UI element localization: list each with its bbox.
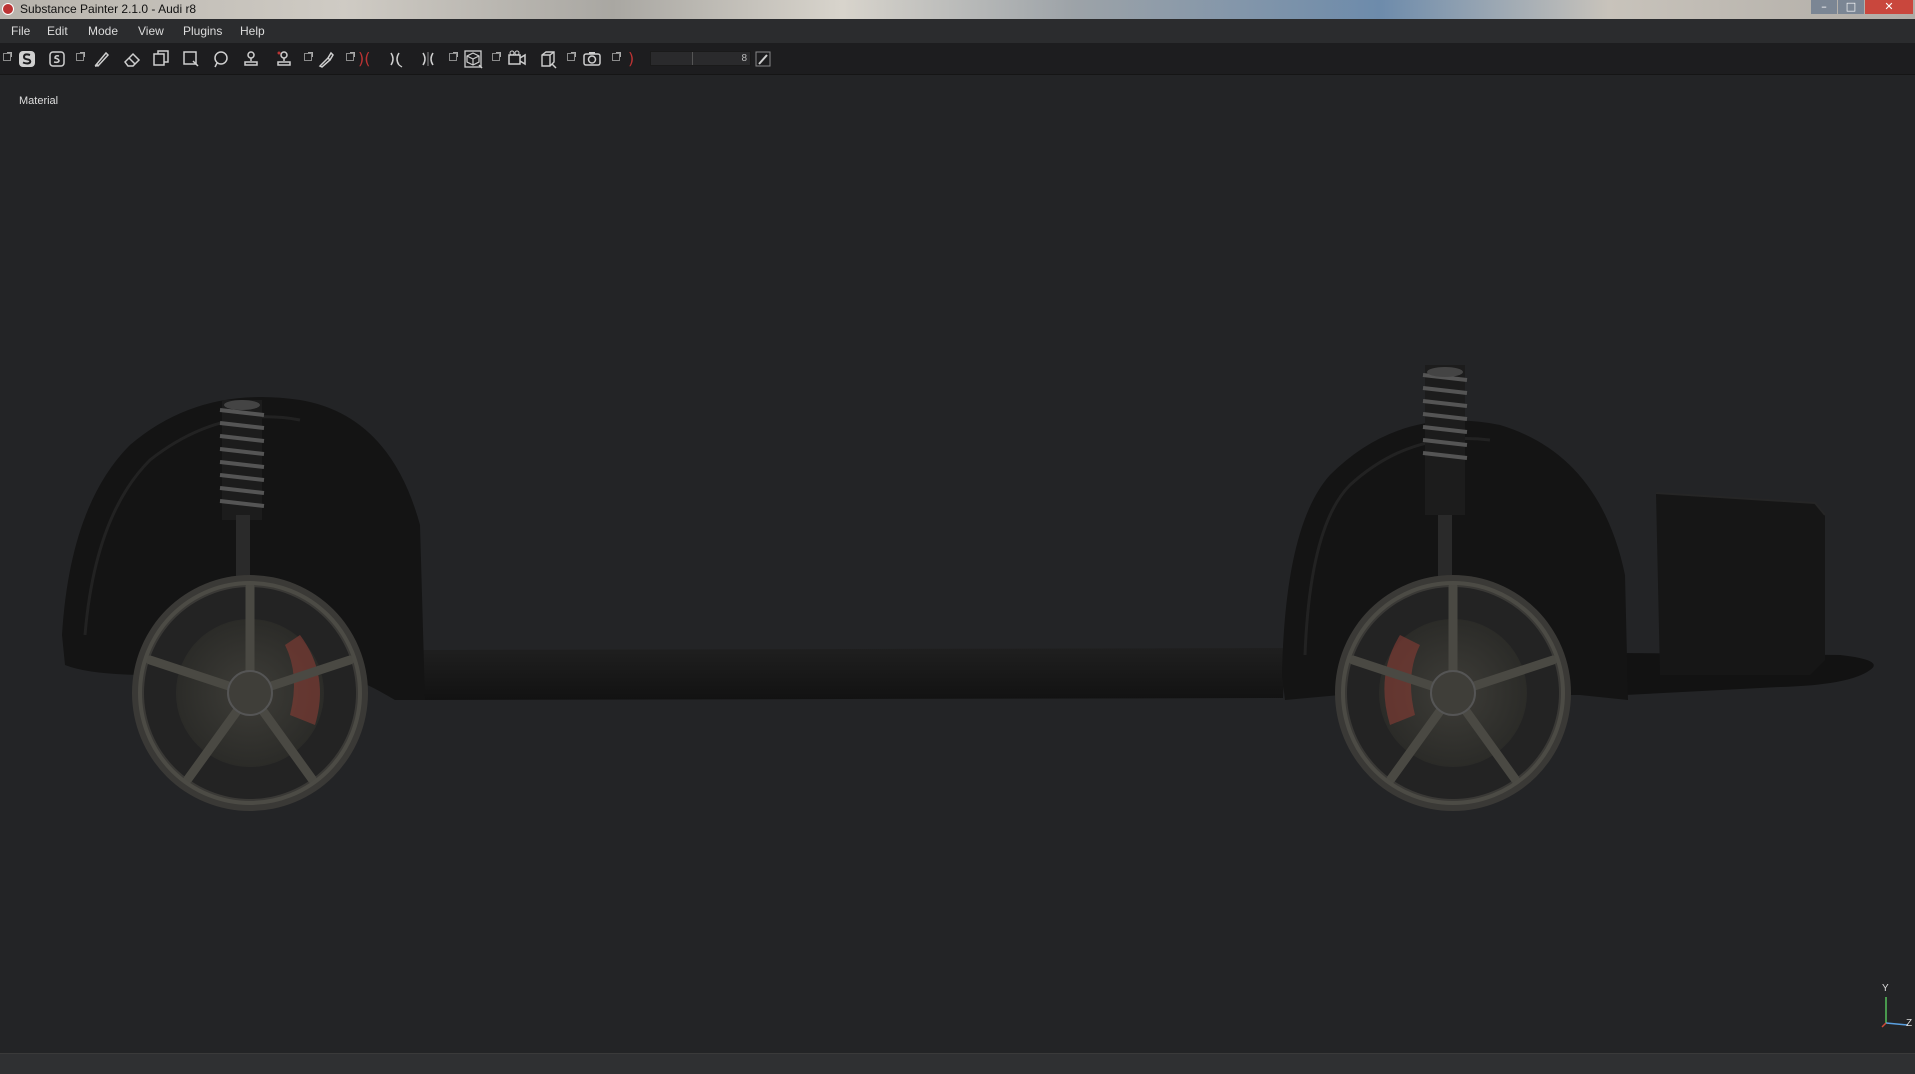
expand-icon[interactable] bbox=[492, 52, 501, 61]
brush-size-slider[interactable]: 8 bbox=[650, 51, 751, 66]
uv-box-icon[interactable] bbox=[538, 49, 558, 69]
3d-viewport[interactable]: Material Y Z bbox=[0, 75, 1915, 1053]
expand-icon[interactable] bbox=[449, 52, 458, 61]
expand-icon[interactable] bbox=[3, 52, 12, 61]
projection-icon[interactable] bbox=[151, 49, 171, 69]
menu-bar: File Edit Mode View Plugins Help bbox=[0, 19, 1915, 43]
menu-plugins[interactable]: Plugins bbox=[183, 24, 222, 38]
car-floor-panel bbox=[420, 648, 1874, 700]
expand-icon[interactable] bbox=[612, 52, 621, 61]
menu-help[interactable]: Help bbox=[240, 24, 265, 38]
minimize-button[interactable]: – bbox=[1811, 0, 1837, 14]
clone-stamp-icon[interactable] bbox=[241, 49, 261, 69]
expand-icon[interactable] bbox=[346, 52, 355, 61]
substance-logo-icon[interactable] bbox=[17, 49, 37, 69]
toolbar: )( ) 8 bbox=[0, 43, 1915, 75]
screenshot-icon[interactable] bbox=[582, 49, 602, 69]
smudge-icon[interactable] bbox=[211, 49, 231, 69]
polygon-fill-icon[interactable] bbox=[181, 49, 201, 69]
slider-value: 8 bbox=[741, 53, 747, 64]
menu-file[interactable]: File bbox=[11, 24, 30, 38]
menu-mode[interactable]: Mode bbox=[88, 24, 118, 38]
expand-icon[interactable] bbox=[304, 52, 313, 61]
rear-bumper-block bbox=[1655, 492, 1826, 675]
material-picker-icon[interactable] bbox=[274, 49, 294, 69]
menu-view[interactable]: View bbox=[138, 24, 164, 38]
expand-icon[interactable] bbox=[76, 52, 85, 61]
status-bar bbox=[0, 1053, 1915, 1074]
axis-z-label: Z bbox=[1906, 1018, 1913, 1029]
eraser-icon[interactable] bbox=[122, 49, 142, 69]
app-logo-icon bbox=[2, 3, 14, 15]
maximize-button[interactable]: □ bbox=[1838, 0, 1864, 14]
expand-icon[interactable] bbox=[567, 52, 576, 61]
menu-edit[interactable]: Edit bbox=[47, 24, 68, 38]
window-title: Substance Painter 2.1.0 - Audi r8 bbox=[20, 2, 197, 16]
symmetry-z-icon[interactable] bbox=[418, 49, 438, 69]
front-wheel bbox=[132, 575, 368, 811]
color-picker-icon[interactable] bbox=[316, 49, 336, 69]
close-button[interactable]: ✕ bbox=[1865, 0, 1913, 14]
axis-gizmo: Y Z bbox=[1878, 983, 1915, 1030]
window-titlebar[interactable]: Substance Painter 2.1.0 - Audi r8 – □ ✕ bbox=[0, 0, 1915, 19]
paint-brush-icon[interactable] bbox=[92, 49, 112, 69]
slider-marker bbox=[692, 52, 693, 65]
brush-spacing-icon[interactable]: ) bbox=[628, 49, 634, 69]
camera-icon[interactable] bbox=[507, 49, 527, 69]
viewport-mode-label: Material bbox=[19, 95, 59, 107]
pen-pressure-icon[interactable] bbox=[753, 49, 773, 69]
car-model-render[interactable] bbox=[0, 75, 1915, 1053]
symmetry-y-icon[interactable] bbox=[385, 49, 405, 69]
save-icon[interactable] bbox=[47, 49, 67, 69]
axis-y-label: Y bbox=[1882, 983, 1889, 994]
camera-cube-icon[interactable] bbox=[463, 49, 483, 69]
rear-wheel bbox=[1335, 575, 1571, 811]
symmetry-x-icon[interactable]: )( bbox=[358, 49, 370, 69]
